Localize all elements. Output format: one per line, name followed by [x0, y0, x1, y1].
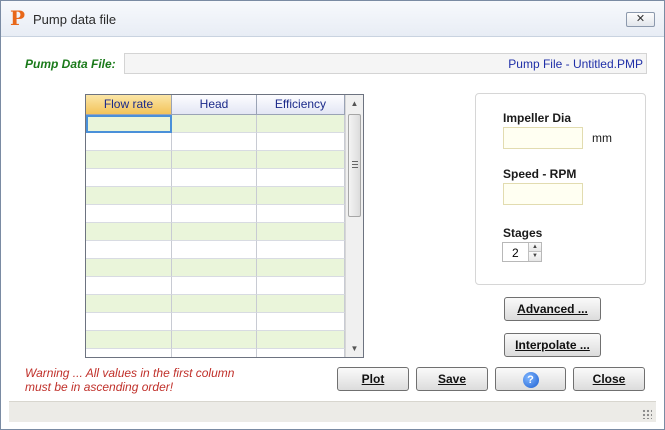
table-cell[interactable] — [257, 133, 345, 151]
table-row — [86, 241, 345, 259]
stages-value: 2 — [512, 246, 519, 260]
table-row — [86, 259, 345, 277]
table-cell[interactable] — [257, 313, 345, 331]
table-cell[interactable] — [257, 331, 345, 349]
save-button[interactable]: Save — [416, 367, 488, 391]
table-row — [86, 205, 345, 223]
pump-data-grid[interactable]: Flow rate Head Efficiency ▲ ▼ — [85, 94, 364, 358]
speed-rpm-input[interactable] — [503, 183, 583, 205]
table-cell[interactable] — [257, 169, 345, 187]
table-cell[interactable] — [257, 295, 345, 313]
table-cell[interactable] — [172, 295, 257, 313]
pump-data-file-value: Pump File - Untitled.PMP — [508, 57, 643, 71]
pump-data-file-label: Pump Data File: — [25, 57, 116, 71]
table-cell[interactable] — [86, 241, 172, 259]
table-row — [86, 331, 345, 349]
stepper-buttons: ▲ ▼ — [528, 243, 541, 261]
table-cell[interactable] — [86, 169, 172, 187]
window-close-button[interactable]: ✕ — [626, 12, 655, 27]
table-cell[interactable] — [172, 151, 257, 169]
title-bar: P Pump data file ✕ — [1, 1, 664, 37]
stages-label: Stages — [503, 226, 543, 240]
table-cell[interactable] — [86, 133, 172, 151]
close-icon: ✕ — [635, 13, 646, 25]
help-button[interactable]: ? — [495, 367, 566, 391]
app-logo-icon: P — [10, 6, 26, 30]
table-cell[interactable] — [86, 349, 172, 357]
table-cell[interactable] — [257, 187, 345, 205]
table-row — [86, 277, 345, 295]
grid-body — [86, 115, 345, 357]
table-cell[interactable] — [172, 241, 257, 259]
impeller-unit-label: mm — [592, 131, 612, 145]
table-cell[interactable] — [86, 295, 172, 313]
table-cell[interactable] — [86, 277, 172, 295]
table-cell[interactable] — [257, 277, 345, 295]
table-cell[interactable] — [86, 223, 172, 241]
table-cell[interactable] — [86, 313, 172, 331]
table-row — [86, 349, 345, 357]
pump-data-window: P Pump data file ✕ Pump Data File: Pump … — [0, 0, 665, 430]
table-cell[interactable] — [257, 349, 345, 357]
stages-stepper[interactable]: 2 ▲ ▼ — [502, 242, 542, 262]
table-row — [86, 187, 345, 205]
table-cell[interactable] — [86, 115, 172, 133]
resize-grip-icon[interactable] — [642, 409, 652, 419]
table-cell[interactable] — [172, 115, 257, 133]
interpolate-button[interactable]: Interpolate ... — [504, 333, 601, 357]
table-cell[interactable] — [172, 169, 257, 187]
table-row — [86, 151, 345, 169]
table-cell[interactable] — [257, 151, 345, 169]
table-row — [86, 223, 345, 241]
table-row — [86, 313, 345, 331]
table-cell[interactable] — [172, 133, 257, 151]
table-cell[interactable] — [172, 331, 257, 349]
table-cell[interactable] — [257, 223, 345, 241]
scroll-down-arrow-icon[interactable]: ▼ — [346, 340, 363, 357]
table-cell[interactable] — [172, 223, 257, 241]
table-cell[interactable] — [172, 187, 257, 205]
grip-icon — [352, 161, 358, 168]
table-row — [86, 115, 345, 133]
table-cell[interactable] — [172, 313, 257, 331]
speed-rpm-label: Speed - RPM — [503, 167, 577, 181]
table-cell[interactable] — [86, 331, 172, 349]
table-row — [86, 169, 345, 187]
advanced-button[interactable]: Advanced ... — [504, 297, 601, 321]
table-cell[interactable] — [172, 349, 257, 357]
help-icon: ? — [522, 372, 539, 388]
pump-data-file-field: Pump File - Untitled.PMP — [124, 53, 647, 74]
stepper-up-icon[interactable]: ▲ — [529, 243, 541, 252]
column-header-flow-rate[interactable]: Flow rate — [86, 95, 172, 115]
column-header-head[interactable]: Head — [172, 95, 257, 115]
table-row — [86, 133, 345, 151]
table-cell[interactable] — [172, 205, 257, 223]
table-cell[interactable] — [86, 259, 172, 277]
scroll-thumb[interactable] — [348, 114, 361, 217]
status-bar — [9, 401, 656, 422]
table-cell[interactable] — [172, 259, 257, 277]
window-title: Pump data file — [33, 12, 117, 27]
warning-line-2: must be in ascending order! — [25, 380, 174, 394]
table-cell[interactable] — [257, 205, 345, 223]
table-row — [86, 295, 345, 313]
table-cell[interactable] — [257, 115, 345, 133]
table-cell[interactable] — [172, 277, 257, 295]
impeller-dia-input[interactable] — [503, 127, 583, 149]
plot-button[interactable]: Plot — [337, 367, 409, 391]
table-cell[interactable] — [86, 205, 172, 223]
table-cell[interactable] — [86, 187, 172, 205]
ascending-order-warning: Warning ... All values in the first colu… — [25, 366, 265, 394]
warning-line-1: Warning ... All values in the first colu… — [25, 366, 235, 380]
table-cell[interactable] — [86, 151, 172, 169]
stepper-down-icon[interactable]: ▼ — [529, 252, 541, 261]
grid-header: Flow rate Head Efficiency — [86, 95, 345, 115]
close-button[interactable]: Close — [573, 367, 645, 391]
table-cell[interactable] — [257, 241, 345, 259]
column-header-efficiency[interactable]: Efficiency — [257, 95, 345, 115]
scroll-up-arrow-icon[interactable]: ▲ — [346, 95, 363, 112]
grid-vertical-scrollbar[interactable]: ▲ ▼ — [345, 95, 363, 357]
impeller-dia-label: Impeller Dia — [503, 111, 572, 125]
table-cell[interactable] — [257, 259, 345, 277]
